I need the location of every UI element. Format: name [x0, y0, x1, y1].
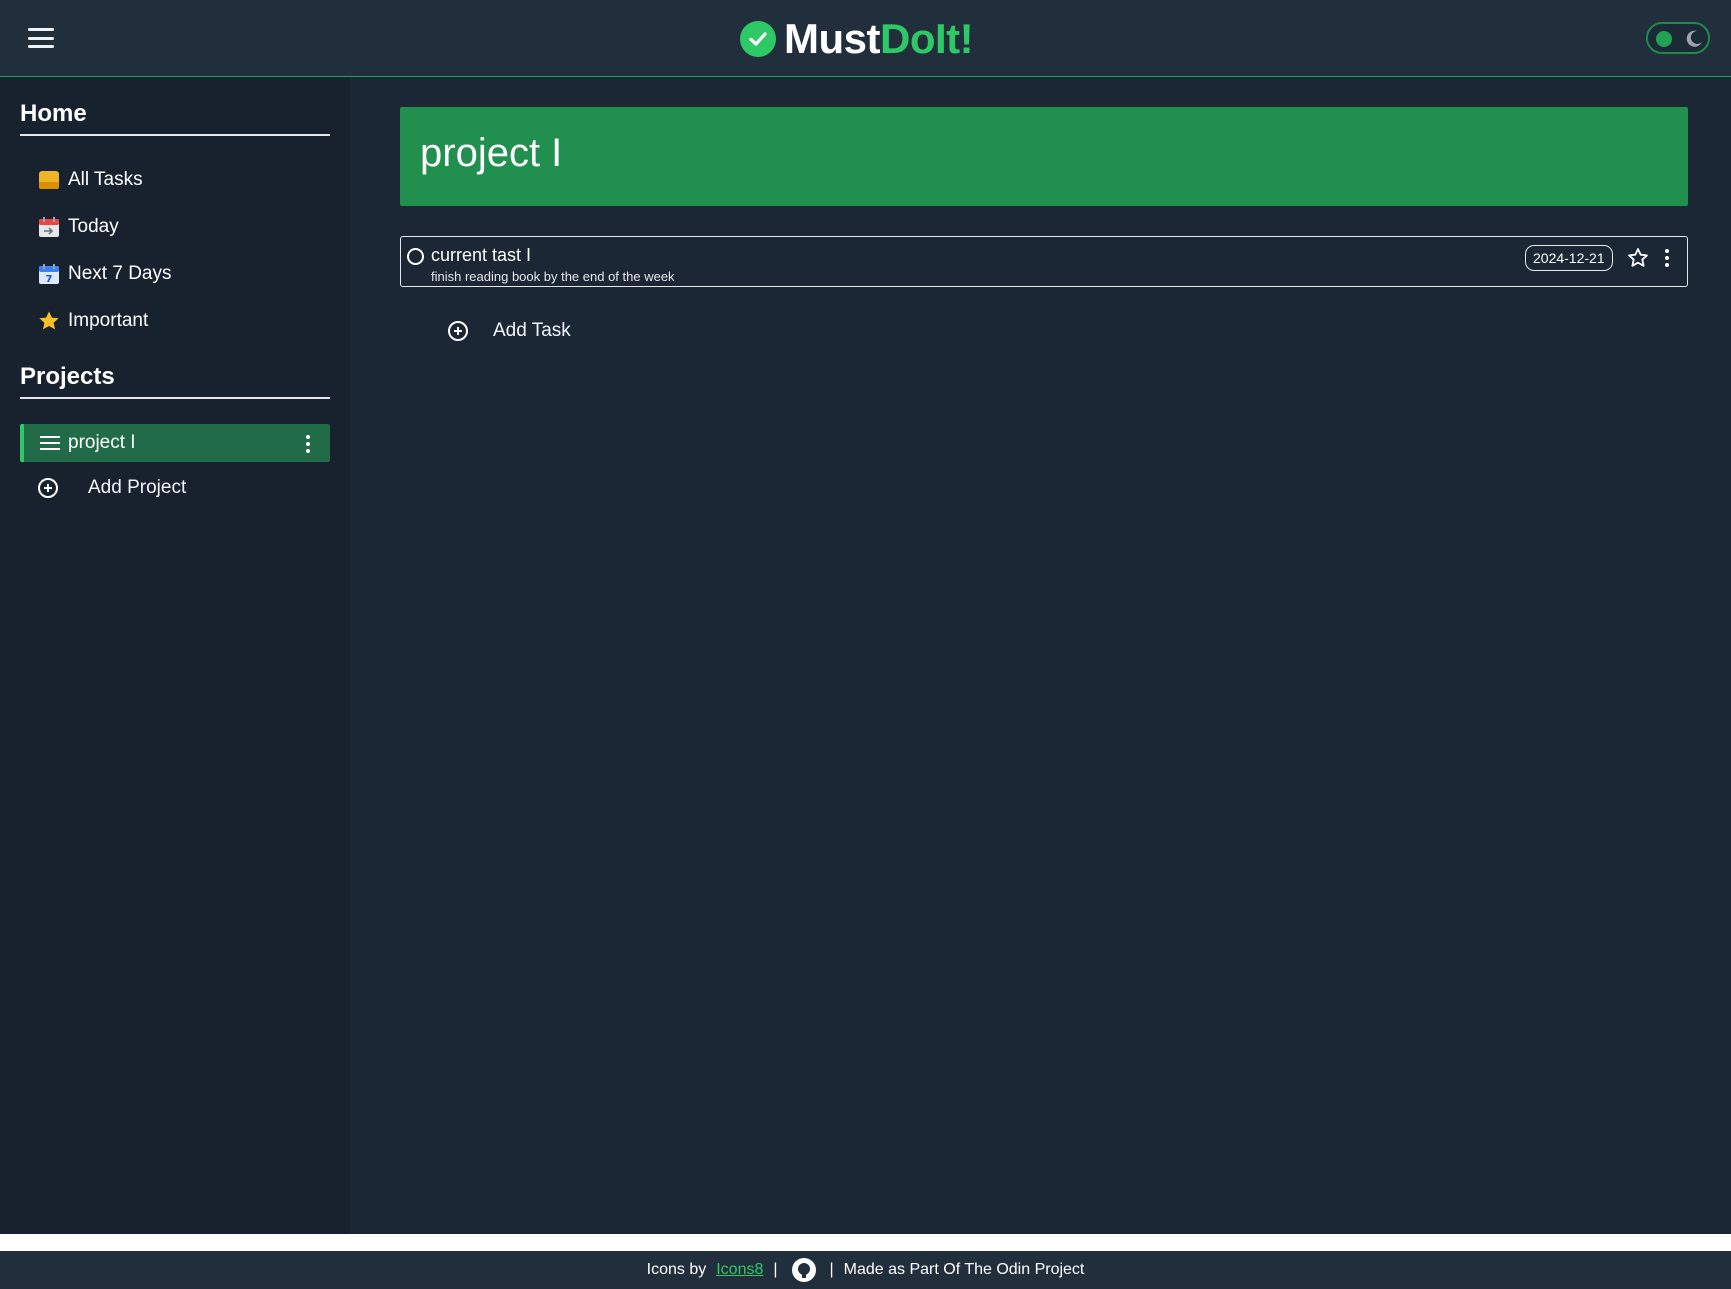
task-title: current tast I [431, 245, 532, 265]
inbox-icon [39, 171, 59, 189]
sidebar-item-label: Important [68, 310, 149, 331]
sidebar-item-all-tasks[interactable]: All Tasks [38, 164, 143, 196]
star-outline-icon[interactable] [1627, 247, 1649, 269]
add-circle-icon [38, 478, 58, 498]
star-icon [39, 311, 59, 330]
project-label: project I [68, 432, 136, 453]
task-checkbox[interactable] [407, 248, 424, 265]
svg-text:7: 7 [46, 274, 53, 285]
task-due-date[interactable]: 2024-12-21 [1525, 245, 1613, 271]
brand-doit: DoIt! [880, 15, 974, 62]
check-logo-icon [740, 21, 776, 57]
footer-separator: | [773, 1261, 778, 1278]
icons8-link[interactable]: Icons8 [716, 1261, 763, 1279]
sidebar-item-next-7-days[interactable]: 7 Next 7 Days [38, 258, 171, 290]
add-task-button[interactable]: Add Task [448, 316, 571, 346]
made-as-text: Made as Part Of The Odin Project [843, 1261, 1085, 1278]
projects-section-title: Projects [20, 363, 330, 399]
project-header: project I [400, 107, 1688, 206]
calendar-7-icon: 7 [39, 264, 59, 285]
sidebar-item-label: All Tasks [68, 169, 143, 190]
calendar-today-icon [39, 217, 59, 237]
icons-by-text: Icons by [646, 1261, 707, 1278]
task-item[interactable]: current tast I finish reading book by th… [400, 236, 1688, 287]
footer-separator: | [829, 1261, 834, 1278]
sidebar: Home All Tasks Today 7 Next 7 Days Impor… [0, 78, 350, 1234]
page-title: project I [420, 131, 563, 175]
sidebar-item-today[interactable]: Today [38, 211, 119, 243]
list-icon [40, 436, 60, 450]
footer-divider [0, 1234, 1731, 1251]
task-description: finish reading book by the end of the we… [431, 269, 675, 284]
project-menu-icon[interactable] [306, 435, 310, 453]
sidebar-item-important[interactable]: Important [38, 305, 148, 337]
sidebar-item-project[interactable]: project I [20, 424, 330, 462]
brand-must: Must [784, 15, 881, 62]
app-title: MustDoIt! [784, 15, 974, 62]
add-circle-icon [448, 321, 468, 341]
app-header: MustDoIt! [0, 0, 1731, 77]
task-menu-icon[interactable] [1665, 249, 1669, 267]
add-project-label: Add Project [88, 477, 187, 498]
theme-toggle[interactable] [1646, 22, 1710, 54]
add-project-button[interactable]: Add Project [38, 472, 186, 504]
footer: Icons by Icons8 | | Made as Part Of The … [0, 1251, 1731, 1289]
toggle-knob [1656, 31, 1672, 47]
home-section-title: Home [20, 100, 330, 136]
sidebar-item-label: Next 7 Days [68, 263, 172, 284]
sidebar-item-label: Today [68, 216, 119, 237]
github-icon[interactable] [791, 1258, 816, 1282]
moon-icon [1686, 30, 1702, 47]
add-task-label: Add Task [493, 320, 571, 341]
hamburger-icon[interactable] [28, 28, 54, 48]
app-brand: MustDoIt! [740, 14, 974, 64]
